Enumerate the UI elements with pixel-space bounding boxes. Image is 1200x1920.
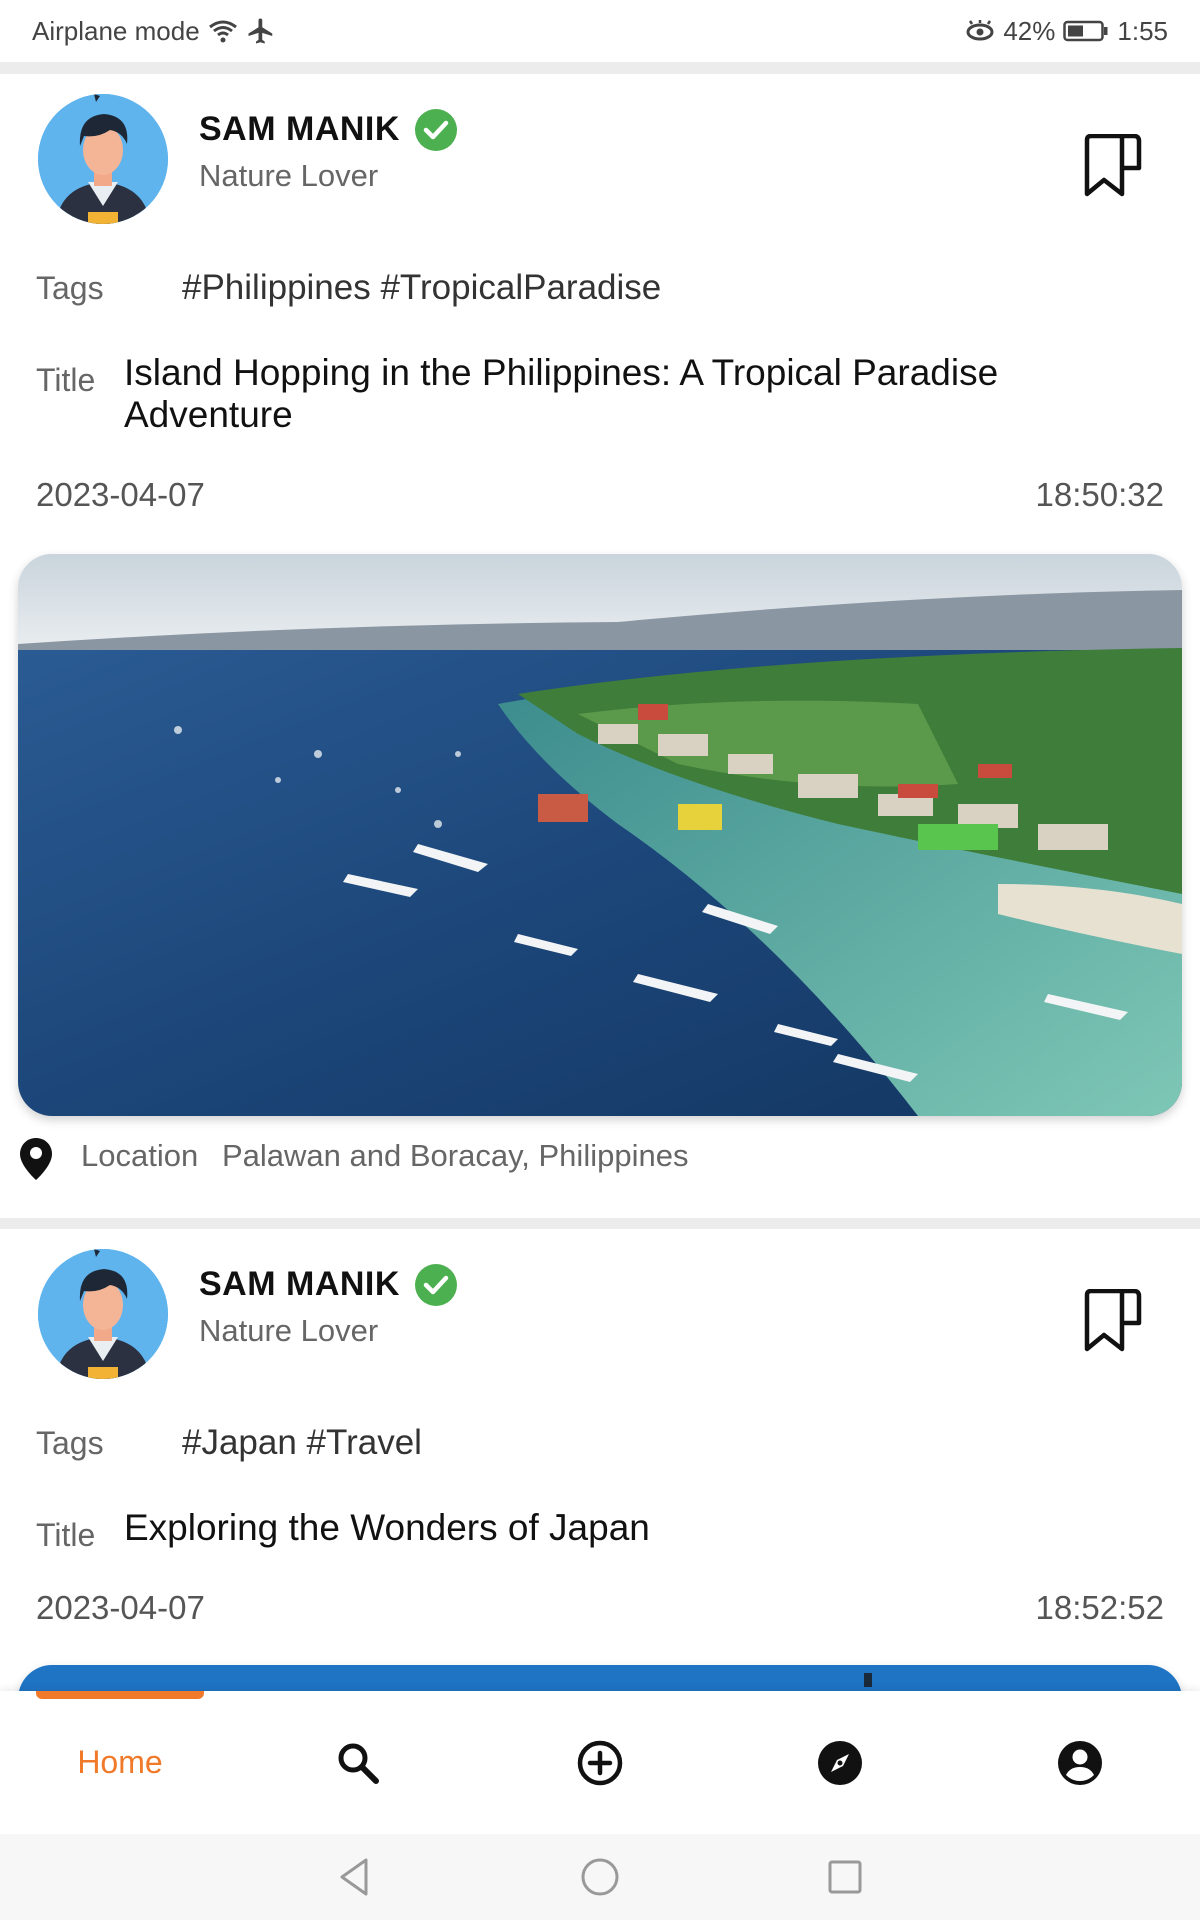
eye-comfort-icon [966, 20, 994, 41]
battery-icon [1063, 20, 1108, 42]
search-icon [338, 1743, 379, 1784]
verified-badge-icon [415, 109, 457, 151]
bottom-nav: Home [0, 1691, 1200, 1834]
post-time: 18:52:52 [1035, 1589, 1164, 1626]
app-screen: Airplane mode 42% 1:55 SAM MANIK Nature … [0, 0, 1200, 1920]
airplane-icon [248, 18, 272, 44]
airplane-mode-label: Airplane mode [32, 15, 200, 46]
back-icon[interactable] [330, 1852, 380, 1902]
compass-icon [818, 1740, 862, 1785]
author-role: Nature Lover [199, 1313, 379, 1348]
recents-square-icon[interactable] [820, 1852, 870, 1902]
title-label: Title [36, 1517, 96, 1553]
author-name[interactable]: SAM MANIK [199, 1265, 400, 1304]
system-nav-bar [0, 1834, 1200, 1920]
nav-search[interactable] [318, 1691, 398, 1834]
status-left: Airplane mode [32, 16, 276, 47]
battery-percent: 42% [1003, 15, 1056, 46]
tags-value[interactable]: #Japan #Travel [182, 1423, 422, 1463]
location-value[interactable]: Palawan and Boracay, Philippines [222, 1138, 688, 1174]
status-bar: Airplane mode 42% 1:55 [0, 0, 1200, 62]
add-circle-icon [577, 1740, 623, 1785]
nav-home[interactable]: Home [40, 1691, 200, 1834]
post-card[interactable]: SAM MANIK Nature Lover Tags #Philippines… [0, 74, 1200, 1218]
post-title[interactable]: Exploring the Wonders of Japan [124, 1507, 1144, 1549]
post-time: 18:50:32 [1035, 476, 1164, 513]
post-card[interactable]: SAM MANIK Nature Lover Tags #Japan #Trav… [0, 1229, 1200, 1785]
bookmark-icon[interactable] [1082, 134, 1144, 198]
avatar[interactable] [38, 94, 168, 224]
tags-label: Tags [36, 1425, 104, 1461]
wifi-icon [208, 20, 237, 43]
author-name[interactable]: SAM MANIK [199, 110, 400, 149]
post-image[interactable] [18, 554, 1182, 1116]
location-pin-icon [20, 1138, 52, 1180]
nav-add[interactable] [558, 1691, 642, 1834]
post-title[interactable]: Island Hopping in the Philippines: A Tro… [124, 352, 1144, 436]
status-right: 42% 1:55 [965, 16, 1168, 47]
tags-value[interactable]: #Philippines #TropicalParadise [182, 268, 661, 308]
nav-profile[interactable] [1038, 1691, 1122, 1834]
status-divider [0, 62, 1200, 74]
avatar[interactable] [38, 1249, 168, 1379]
location-label: Location [81, 1138, 199, 1173]
clock: 1:55 [1117, 15, 1168, 46]
bookmark-icon[interactable] [1082, 1289, 1144, 1353]
post-date: 2023-04-07 [36, 476, 205, 513]
nav-home-label: Home [77, 1744, 163, 1780]
post-date: 2023-04-07 [36, 1589, 205, 1626]
author-role: Nature Lover [199, 158, 379, 193]
verified-badge-icon [415, 1264, 457, 1306]
post-divider [0, 1218, 1200, 1229]
account-icon [1058, 1740, 1102, 1785]
nav-explore[interactable] [798, 1691, 882, 1834]
title-label: Title [36, 362, 96, 398]
home-circle-icon[interactable] [575, 1852, 625, 1902]
tags-label: Tags [36, 270, 104, 306]
